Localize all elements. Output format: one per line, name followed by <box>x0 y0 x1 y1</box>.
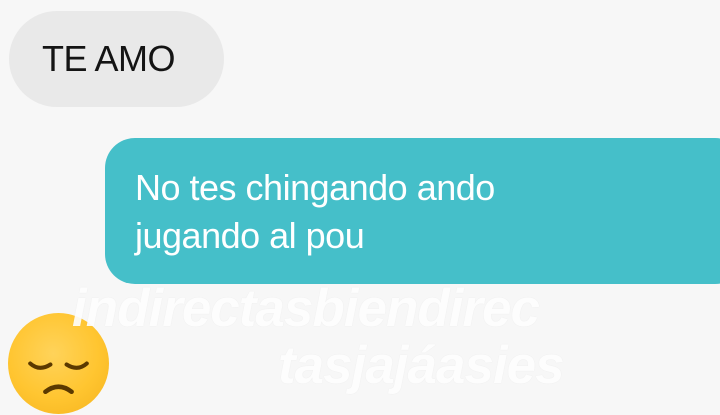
outgoing-message-bubble[interactable]: No tes chingando ando jugando al pou <box>105 138 720 284</box>
watermark-line-1: indirectasbiendirec <box>72 279 540 338</box>
incoming-message-bubble[interactable]: TE AMO <box>9 11 224 107</box>
watermark-line-2: tasjajáasies <box>278 336 565 395</box>
outgoing-message-text: No tes chingando ando jugando al pou <box>135 167 495 256</box>
incoming-message-text: TE AMO <box>42 38 176 79</box>
